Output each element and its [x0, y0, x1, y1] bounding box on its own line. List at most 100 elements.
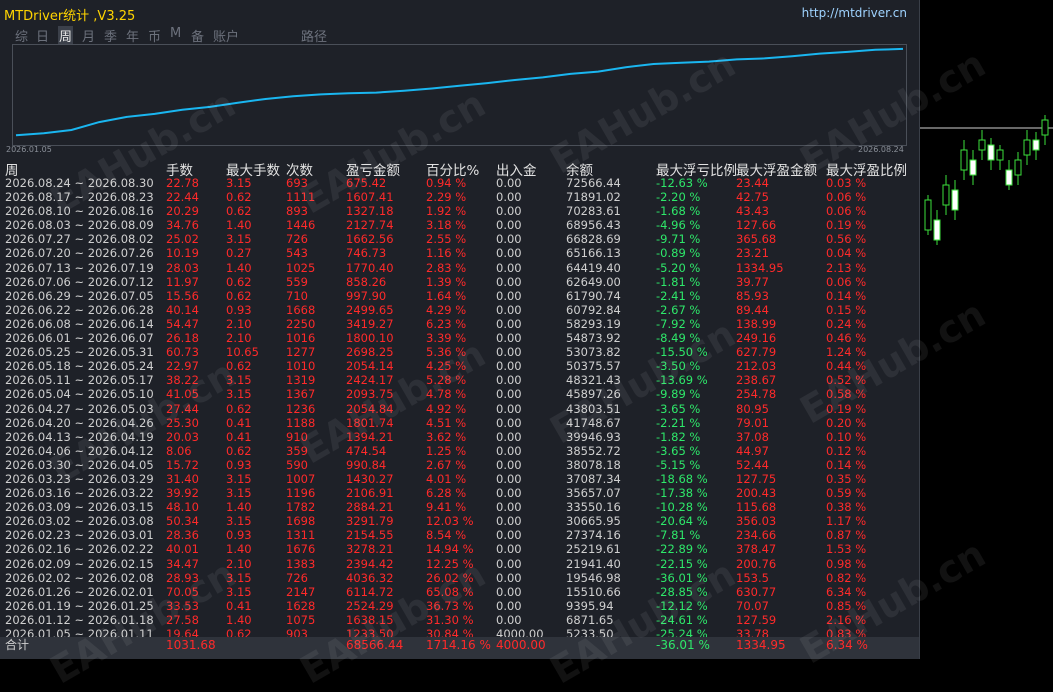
row-lots: 28.03	[166, 260, 199, 275]
row-max-float-loss: -22.89 %	[656, 542, 708, 557]
row-deposit: 0.00	[496, 246, 522, 261]
row-trades: 1188	[286, 415, 316, 430]
row-max-lots: 1.40	[226, 260, 252, 275]
row-max-lots: 0.62	[226, 288, 252, 303]
tab-quarter[interactable]: 季	[104, 26, 117, 45]
row-pnl: 1638.15	[346, 612, 394, 627]
row-max-lots: 0.62	[226, 274, 252, 289]
row-lots: 34.76	[166, 218, 199, 233]
tab-year[interactable]: 年	[126, 26, 139, 45]
row-max-float-profit-ratio: 0.35 %	[826, 471, 867, 486]
row-max-float-profit: 80.95	[736, 401, 769, 416]
row-period: 2026.07.06 ~ 2026.07.12	[5, 274, 154, 289]
site-link[interactable]: http://mtdriver.cn	[802, 6, 907, 20]
row-period: 2026.03.09 ~ 2026.03.15	[5, 500, 154, 515]
row-trades: 559	[286, 274, 308, 289]
row-deposit: 0.00	[496, 176, 522, 190]
row-pnl: 990.84	[346, 457, 387, 472]
row-balance: 39946.93	[566, 429, 621, 444]
row-max-float-profit: 52.44	[736, 457, 769, 472]
row-percent: 1.64 %	[426, 288, 467, 303]
row-pnl: 1770.40	[346, 260, 394, 275]
row-percent: 4.25 %	[426, 359, 467, 374]
table-row: 2026.02.23 ~ 2026.03.01 28.36 0.93 1311 2154…	[0, 528, 919, 542]
tab-note[interactable]: 备	[191, 26, 204, 45]
table-row: 2026.06.08 ~ 2026.06.14 54.47 2.10 2250 3419…	[0, 317, 919, 331]
row-deposit: 0.00	[496, 415, 522, 430]
row-max-float-loss: -2.41 %	[656, 288, 701, 303]
row-trades: 1383	[286, 556, 316, 571]
row-max-float-profit: 153.5	[736, 570, 769, 585]
row-max-float-loss: -5.15 %	[656, 457, 701, 472]
candle-body	[1005, 169, 1013, 186]
row-max-float-profit: 138.99	[736, 316, 777, 331]
row-max-float-profit: 39.77	[736, 274, 769, 289]
table-row: 2026.05.04 ~ 2026.05.10 41.05 3.15 1367 2093…	[0, 387, 919, 401]
row-deposit: 0.00	[496, 556, 522, 571]
row-max-float-profit-ratio: 2.13 %	[826, 260, 867, 275]
row-period: 2026.01.19 ~ 2026.01.25	[5, 598, 154, 613]
row-max-float-profit-ratio: 0.87 %	[826, 528, 867, 543]
tab-month[interactable]: 月	[82, 26, 95, 45]
row-trades: 1782	[286, 500, 316, 515]
row-max-float-loss: -20.64 %	[656, 514, 708, 529]
row-period: 2026.04.06 ~ 2026.04.12	[5, 443, 154, 458]
row-max-lots: 0.62	[226, 190, 252, 205]
candle-body	[960, 149, 968, 171]
row-deposit: 0.00	[496, 598, 522, 613]
row-balance: 25219.61	[566, 542, 621, 557]
row-max-float-profit: 44.97	[736, 443, 769, 458]
table-row: 2026.03.09 ~ 2026.03.15 48.10 1.40 1782 2884…	[0, 500, 919, 514]
row-max-float-loss: -3.50 %	[656, 359, 701, 374]
row-deposit: 0.00	[496, 429, 522, 444]
row-max-float-profit-ratio: 1.24 %	[826, 345, 867, 360]
row-max-float-profit-ratio: 0.06 %	[826, 204, 867, 219]
row-trades: 543	[286, 246, 308, 261]
row-max-float-profit-ratio: 0.44 %	[826, 359, 867, 374]
row-max-lots: 3.15	[226, 176, 252, 190]
row-max-float-profit: 79.01	[736, 415, 769, 430]
tab-week[interactable]: 周	[58, 26, 74, 45]
row-max-float-loss: -15.50 %	[656, 345, 708, 360]
row-trades: 2147	[286, 584, 316, 599]
row-trades: 893	[286, 204, 308, 219]
row-lots: 50.34	[166, 514, 199, 529]
tab-summary[interactable]: 综	[15, 26, 28, 45]
candle-body	[933, 219, 941, 241]
row-percent: 4.51 %	[426, 415, 467, 430]
row-balance: 30665.95	[566, 514, 621, 529]
row-deposit: 0.00	[496, 528, 522, 543]
candle-body	[987, 144, 995, 161]
table-row: 2026.03.16 ~ 2026.03.22 39.92 3.15 1196 2106…	[0, 486, 919, 500]
row-lots: 40.01	[166, 542, 199, 557]
row-lots: 25.02	[166, 232, 199, 247]
row-balance: 53073.82	[566, 345, 621, 360]
row-trades: 1319	[286, 373, 316, 388]
tab-m[interactable]: M	[170, 26, 181, 41]
row-max-lots: 1.40	[226, 542, 252, 557]
tab-account[interactable]: 账户	[213, 26, 239, 45]
table-row: 2026.04.13 ~ 2026.04.19 20.03 0.41 910 1394.…	[0, 430, 919, 444]
row-lots: 31.40	[166, 471, 199, 486]
row-percent: 2.29 %	[426, 190, 467, 205]
table-row: 2026.04.27 ~ 2026.05.03 27.44 0.62 1236 2054…	[0, 402, 919, 416]
row-percent: 3.18 %	[426, 218, 467, 233]
row-pnl: 1394.21	[346, 429, 394, 444]
row-max-float-profit-ratio: 0.46 %	[826, 331, 867, 346]
table-row: 2026.08.24 ~ 2026.08.30 22.78 3.15 693 675.4…	[0, 176, 919, 190]
row-pnl: 1662.56	[346, 232, 394, 247]
tab-path[interactable]: 路径	[301, 26, 327, 45]
row-percent: 12.25 %	[426, 556, 474, 571]
tab-day[interactable]: 日	[36, 26, 49, 45]
row-percent: 6.28 %	[426, 486, 467, 501]
row-max-float-profit: 42.75	[736, 190, 769, 205]
row-max-float-loss: -4.96 %	[656, 218, 701, 233]
row-percent: 4.29 %	[426, 302, 467, 317]
tab-currency[interactable]: 币	[148, 26, 161, 45]
row-percent: 1.16 %	[426, 246, 467, 261]
row-deposit: 0.00	[496, 345, 522, 360]
table-row: 2026.02.09 ~ 2026.02.15 34.47 2.10 1383 2394…	[0, 557, 919, 571]
row-max-float-loss: -2.20 %	[656, 190, 701, 205]
table-row: 2026.03.02 ~ 2026.03.08 50.34 3.15 1698 3291…	[0, 514, 919, 528]
row-trades: 1446	[286, 218, 316, 233]
